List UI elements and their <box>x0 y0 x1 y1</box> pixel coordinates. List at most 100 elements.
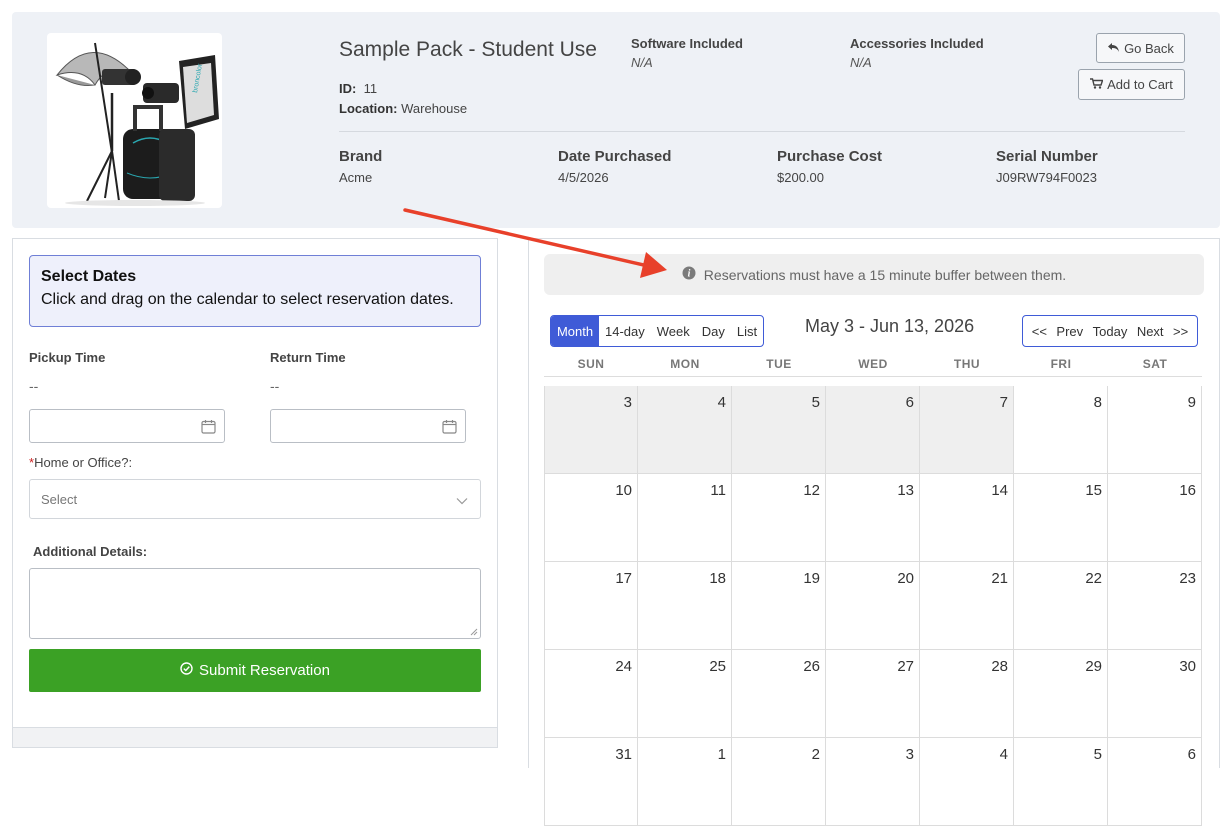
pickup-date-input[interactable] <box>29 409 225 443</box>
calendar-week-row: 10 11 12 13 14 15 16 <box>544 474 1203 562</box>
calendar-day-number: 18 <box>709 570 726 587</box>
calendar-day-number: 30 <box>1179 658 1196 675</box>
calendar-day-cell[interactable]: 22 <box>1014 562 1108 650</box>
calendar-day-number: 6 <box>905 394 914 411</box>
calendar-day-cell[interactable]: 2 <box>732 738 826 826</box>
home-office-label-row: *Home or Office?: <box>29 455 132 470</box>
calendar-day-cell[interactable]: 28 <box>920 650 1014 738</box>
submit-reservation-button[interactable]: Submit Reservation <box>29 649 481 692</box>
location-label: Location: <box>339 101 398 116</box>
calendar-range-title: May 3 - Jun 13, 2026 <box>805 316 975 336</box>
svg-text:i: i <box>687 269 690 280</box>
calendar-day-cell[interactable]: 8 <box>1014 386 1108 474</box>
calendar-day-cell[interactable]: 3 <box>544 386 638 474</box>
calendar-day-cell[interactable]: 3 <box>826 738 920 826</box>
calendar-week-row: 24 25 26 27 28 29 30 <box>544 650 1203 738</box>
calendar-icon <box>201 419 216 439</box>
calendar-month-grid: 3 4 5 6 7 8 9 10 11 12 13 14 15 16 17 18 19 20 21 22 23 24 25 2… <box>544 386 1203 826</box>
home-office-label: Home or Office?: <box>34 455 133 470</box>
calendar-day-cell[interactable]: 24 <box>544 650 638 738</box>
view-day-button[interactable]: Day <box>696 316 731 346</box>
calendar-day-number: 27 <box>897 658 914 675</box>
calendar-day-number: 8 <box>1093 394 1102 411</box>
prev-button[interactable]: Prev <box>1056 324 1083 339</box>
calendar-day-cell[interactable]: 30 <box>1108 650 1202 738</box>
calendar-day-cell[interactable]: 5 <box>732 386 826 474</box>
weekday-header: SUN MON TUE WED THU FRI SAT <box>544 357 1202 377</box>
calendar-day-cell[interactable]: 23 <box>1108 562 1202 650</box>
location-value: Warehouse <box>401 101 468 116</box>
calendar-day-cell[interactable]: 6 <box>1108 738 1202 826</box>
calendar-day-number: 13 <box>897 482 914 499</box>
calendar-day-cell[interactable]: 12 <box>732 474 826 562</box>
calendar-day-cell[interactable]: 21 <box>920 562 1014 650</box>
purchase-cost-value: $200.00 <box>777 170 824 185</box>
return-time-value: -- <box>270 378 280 394</box>
calendar-nav: << Prev Today Next >> <box>1022 315 1198 347</box>
weekday-sun: SUN <box>577 357 605 371</box>
view-14-day-button[interactable]: 14-day <box>599 316 651 346</box>
next-button[interactable]: Next <box>1137 324 1164 339</box>
calendar-day-number: 24 <box>615 658 632 675</box>
calendar-day-cell[interactable]: 26 <box>732 650 826 738</box>
calendar-day-cell[interactable]: 18 <box>638 562 732 650</box>
calendar-day-cell[interactable]: 31 <box>544 738 638 826</box>
calendar-day-cell[interactable]: 4 <box>638 386 732 474</box>
calendar-day-cell[interactable]: 17 <box>544 562 638 650</box>
calendar-day-cell[interactable]: 27 <box>826 650 920 738</box>
calendar-day-number: 21 <box>991 570 1008 587</box>
serial-number-label: Serial Number <box>996 148 1098 165</box>
software-included-value: N/A <box>631 55 653 70</box>
add-to-cart-button[interactable]: Add to Cart <box>1078 69 1185 100</box>
calendar-day-cell[interactable]: 19 <box>732 562 826 650</box>
weekday-tue: TUE <box>766 357 792 371</box>
calendar-day-number: 25 <box>709 658 726 675</box>
calendar-day-cell[interactable]: 11 <box>638 474 732 562</box>
view-week-button[interactable]: Week <box>651 316 696 346</box>
calendar-day-cell[interactable]: 29 <box>1014 650 1108 738</box>
calendar-day-number: 6 <box>1187 746 1196 763</box>
calendar-day-number: 15 <box>1085 482 1102 499</box>
cart-icon <box>1090 77 1104 92</box>
brand-value: Acme <box>339 170 373 185</box>
calendar-day-cell[interactable]: 7 <box>920 386 1014 474</box>
calendar-day-cell[interactable]: 16 <box>1108 474 1202 562</box>
calendar-day-number: 2 <box>811 746 820 763</box>
calendar-day-number: 28 <box>991 658 1008 675</box>
calendar-day-cell[interactable]: 14 <box>920 474 1014 562</box>
buffer-notice-text: Reservations must have a 15 minute buffe… <box>703 266 1067 283</box>
calendar-day-number: 9 <box>1187 394 1196 411</box>
calendar-day-cell[interactable]: 13 <box>826 474 920 562</box>
calendar-day-cell[interactable]: 5 <box>1014 738 1108 826</box>
item-header-card: broncolor Sample Pack - Student Use ID: … <box>12 12 1220 228</box>
calendar-day-cell[interactable]: 6 <box>826 386 920 474</box>
id-label: ID: <box>339 81 357 96</box>
home-office-select[interactable]: Select <box>29 479 481 519</box>
calendar-day-number: 3 <box>905 746 914 763</box>
return-date-input[interactable] <box>270 409 466 443</box>
view-month-button[interactable]: Month <box>551 316 599 346</box>
calendar-day-cell[interactable]: 10 <box>544 474 638 562</box>
calendar-day-number: 17 <box>615 570 632 587</box>
additional-details-textarea[interactable] <box>29 568 481 639</box>
today-button[interactable]: Today <box>1093 324 1128 339</box>
product-title: Sample Pack - Student Use <box>339 38 597 61</box>
calendar-day-number: 5 <box>811 394 820 411</box>
view-list-button[interactable]: List <box>731 316 763 346</box>
calendar-icon <box>442 419 457 439</box>
calendar-day-cell[interactable]: 15 <box>1014 474 1108 562</box>
calendar-day-cell[interactable]: 25 <box>638 650 732 738</box>
go-back-label: Go Back <box>1124 40 1174 56</box>
calendar-day-cell[interactable]: 9 <box>1108 386 1202 474</box>
resize-handle-icon[interactable] <box>470 628 478 636</box>
calendar-day-number: 5 <box>1093 746 1102 763</box>
calendar-day-cell[interactable]: 4 <box>920 738 1014 826</box>
calendar-day-cell[interactable]: 20 <box>826 562 920 650</box>
last-button[interactable]: >> <box>1173 324 1188 339</box>
check-circle-icon <box>180 662 193 679</box>
go-back-button[interactable]: Go Back <box>1096 33 1185 63</box>
calendar-day-number: 29 <box>1085 658 1102 675</box>
calendar-day-number: 11 <box>710 482 726 499</box>
first-button[interactable]: << <box>1032 324 1047 339</box>
calendar-day-cell[interactable]: 1 <box>638 738 732 826</box>
